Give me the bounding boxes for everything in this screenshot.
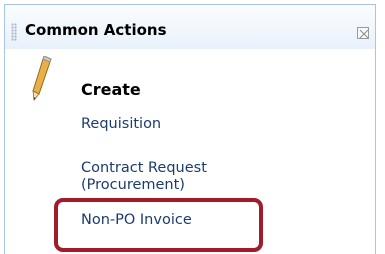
create-heading: Create [81,80,141,99]
pencil-icon [32,56,52,101]
contract-request-link[interactable]: Contract Request (Procurement) [81,160,281,194]
panel-title: Common Actions [25,21,167,39]
non-po-invoice-link[interactable]: Non-PO Invoice [81,212,192,229]
requisition-link[interactable]: Requisition [81,116,161,133]
drag-grip-icon[interactable] [11,23,17,41]
close-icon[interactable] [357,27,369,39]
panel-header: Common Actions [5,5,375,49]
